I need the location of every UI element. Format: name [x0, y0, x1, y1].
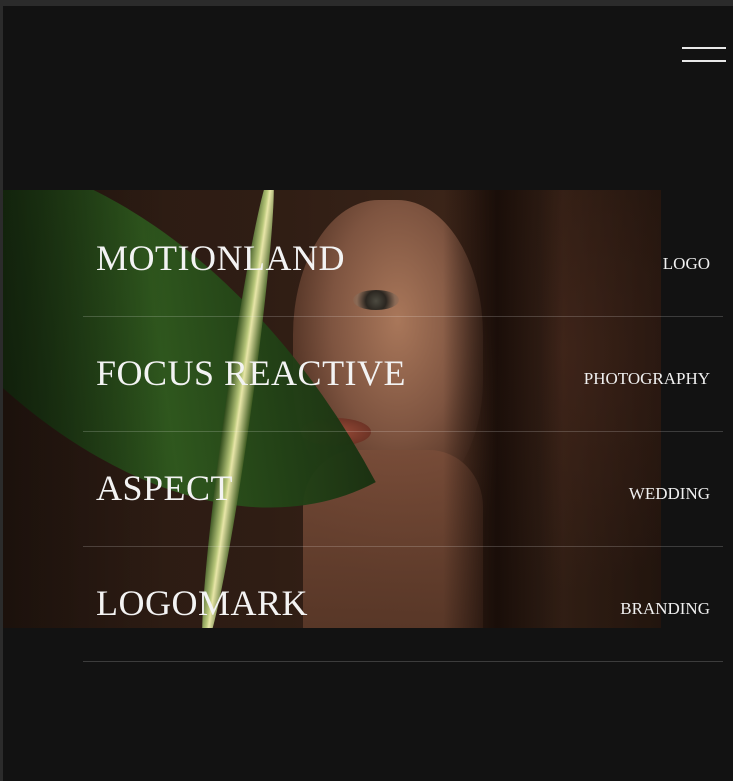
project-title[interactable]: FOCUS REACTIVE: [96, 351, 406, 395]
project-row-logomark[interactable]: LOGOMARK BRANDING: [83, 547, 723, 662]
project-category: LOGO: [662, 254, 710, 273]
project-row-motionland[interactable]: MOTIONLAND LOGO: [83, 202, 723, 317]
menu-line: [682, 47, 726, 49]
project-title[interactable]: LOGOMARK: [96, 581, 308, 625]
project-category: WEDDING: [628, 484, 710, 503]
project-category: BRANDING: [620, 599, 710, 618]
project-category: PHOTOGRAPHY: [583, 369, 710, 388]
menu-line: [682, 60, 726, 62]
project-title[interactable]: ASPECT: [96, 466, 233, 510]
project-row-focus-reactive[interactable]: FOCUS REACTIVE PHOTOGRAPHY: [83, 317, 723, 432]
hamburger-menu-icon[interactable]: [682, 46, 726, 64]
page-frame: MOTIONLAND LOGO FOCUS REACTIVE PHOTOGRAP…: [3, 6, 733, 781]
project-row-aspect[interactable]: ASPECT WEDDING: [83, 432, 723, 547]
project-list: MOTIONLAND LOGO FOCUS REACTIVE PHOTOGRAP…: [83, 202, 723, 662]
project-title[interactable]: MOTIONLAND: [96, 236, 345, 280]
